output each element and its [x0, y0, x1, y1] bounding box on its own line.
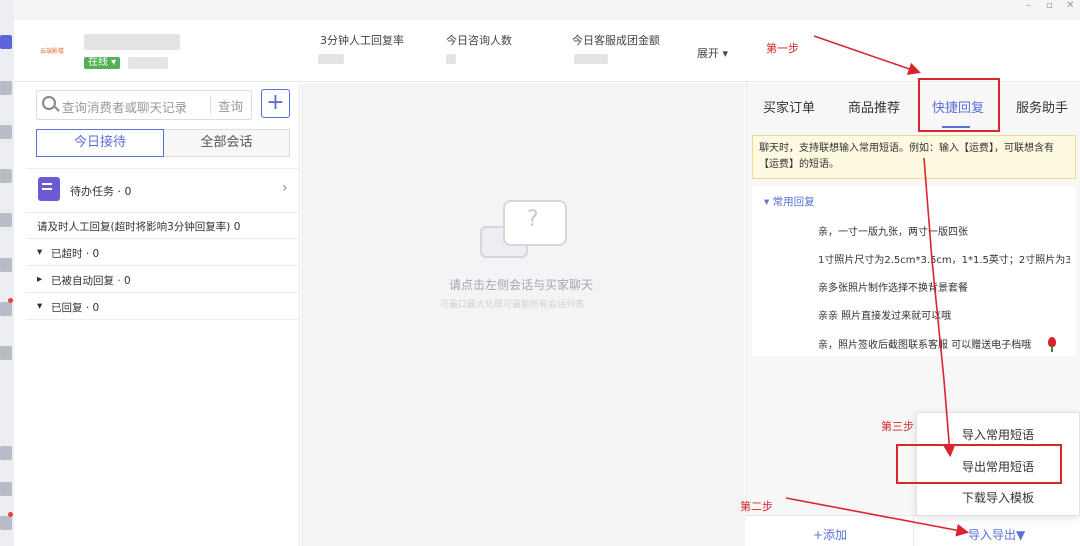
highlight-quick-reply-tab — [918, 78, 1000, 132]
menu-item-download-template[interactable]: 下载导入模板 — [962, 489, 1034, 506]
group-arrow-icon[interactable]: ▾ — [37, 300, 42, 312]
grid-apps-icon[interactable] — [0, 213, 12, 227]
bar-chart-icon[interactable] — [0, 169, 12, 183]
stat-label-consult-count: 今日咨询人数 — [446, 34, 512, 47]
search-placeholder: 查询消费者或聊天记录 — [62, 100, 188, 115]
group-arrow-icon[interactable]: ▸ — [37, 273, 42, 285]
maximize-icon[interactable]: ▫ — [1046, 0, 1053, 11]
home-icon[interactable] — [0, 482, 12, 496]
shop-name-redacted — [84, 34, 180, 50]
reply-item[interactable]: 亲亲 照片直接发过来就可以哦 — [818, 307, 1070, 322]
quick-reply-list — [752, 186, 1076, 356]
group-replied[interactable]: 已回复 · 0 — [51, 300, 99, 315]
import-export-button[interactable]: 导入导出▼ — [968, 526, 1025, 543]
group-auto-replied[interactable]: 已被自动回复 · 0 — [51, 273, 131, 288]
reply-item[interactable]: 亲，照片签收后截图联系客服 可以赠送电子档哦 — [818, 336, 1046, 351]
todo-list-icon — [38, 177, 60, 201]
stat-label-group-amount: 今日客服成团金额 — [572, 34, 660, 47]
menu-item-import[interactable]: 导入常用短语 — [962, 426, 1034, 443]
divider — [26, 212, 300, 213]
printer-icon[interactable] — [0, 446, 12, 460]
add-reply-button[interactable]: +添加 — [813, 526, 847, 543]
status-badge[interactable]: 在线 ▾ — [84, 57, 121, 69]
rose-emoji-icon — [1048, 337, 1056, 352]
bag-icon[interactable] — [0, 125, 12, 139]
tab-product-recommend[interactable]: 商品推荐 — [848, 97, 900, 116]
stat-value-redacted — [574, 54, 608, 64]
speaker-icon[interactable] — [0, 346, 12, 360]
empty-state-subtitle: 可最口最大化屏可最能所有会话列表 — [440, 300, 585, 310]
group-timed-out[interactable]: 已超时 · 0 — [51, 246, 99, 261]
search-button[interactable]: 查询 — [218, 96, 243, 115]
document-icon[interactable] — [0, 81, 12, 95]
top-header — [14, 20, 1080, 82]
shield-icon[interactable] — [0, 258, 12, 272]
empty-state-title: 请点击左侧会话与买家聊天 — [449, 278, 594, 292]
menu-icon[interactable] — [0, 516, 12, 530]
close-icon[interactable]: ✕ — [1066, 0, 1074, 11]
search-divider — [210, 96, 211, 114]
question-mark-icon: ? — [527, 207, 539, 232]
highlight-export-item — [896, 444, 1062, 484]
divider — [26, 292, 300, 293]
divider — [26, 265, 300, 266]
reply-item[interactable]: 1寸照片尺寸为2.5cm*3.5cm，1*1.5英寸；2寸照片为3.5cm*5.… — [818, 251, 1070, 266]
toolbar-divider — [913, 517, 914, 546]
divider — [26, 319, 300, 320]
minimize-icon[interactable]: – — [1026, 0, 1031, 11]
chat-icon[interactable] — [0, 35, 12, 49]
todo-tasks[interactable]: 待办任务 · 0 — [70, 183, 132, 199]
annotation-step2: 第二步 — [740, 500, 773, 513]
shop-logo: 云端影楼 — [40, 48, 65, 55]
tip-banner: 聊天时，支持联想输入常用短语。例如：输入【运费】，可联想含有【运费】的短语。 — [752, 135, 1076, 179]
tab-buyer-orders[interactable]: 买家订单 — [763, 97, 815, 116]
tab-today[interactable]: 今日接待 — [36, 129, 164, 157]
chevron-right-icon[interactable]: › — [282, 180, 288, 196]
reply-reminder: 请及时人工回复(超时将影响3分钟回复率) 0 — [37, 221, 241, 233]
divider — [26, 238, 300, 239]
stat-label-reply-rate: 3分钟人工回复率 — [320, 34, 404, 47]
tab-service-assistant[interactable]: 服务助手 — [1016, 97, 1068, 116]
stat-value-redacted — [446, 54, 456, 64]
reply-item[interactable]: 亲，一寸一版九张，两寸一版四张 — [818, 223, 1070, 238]
stat-value-redacted — [318, 54, 344, 64]
tab-all-conversations[interactable]: 全部会话 — [164, 129, 290, 157]
app-nav-rail — [0, 0, 14, 546]
group-arrow-icon[interactable]: ▾ — [37, 246, 42, 258]
add-conversation-button[interactable]: + — [261, 89, 290, 118]
account-redacted — [128, 57, 168, 69]
notification-dot — [8, 512, 13, 517]
window-title-bar — [14, 0, 1080, 20]
divider — [26, 168, 300, 169]
annotation-step1: 第一步 — [766, 42, 799, 55]
annotation-step3: 第三步 — [881, 420, 914, 433]
store-icon[interactable] — [0, 302, 12, 316]
reply-item[interactable]: 亲多张照片制作选择不换背景套餐 — [818, 279, 1070, 294]
expand-stats-button[interactable]: 展开 ▾ — [697, 45, 728, 61]
reply-group-header[interactable]: ▾ 常用回复 — [764, 194, 815, 209]
search-icon — [42, 96, 56, 110]
notification-dot — [8, 298, 13, 303]
chat-empty-area — [301, 83, 745, 546]
